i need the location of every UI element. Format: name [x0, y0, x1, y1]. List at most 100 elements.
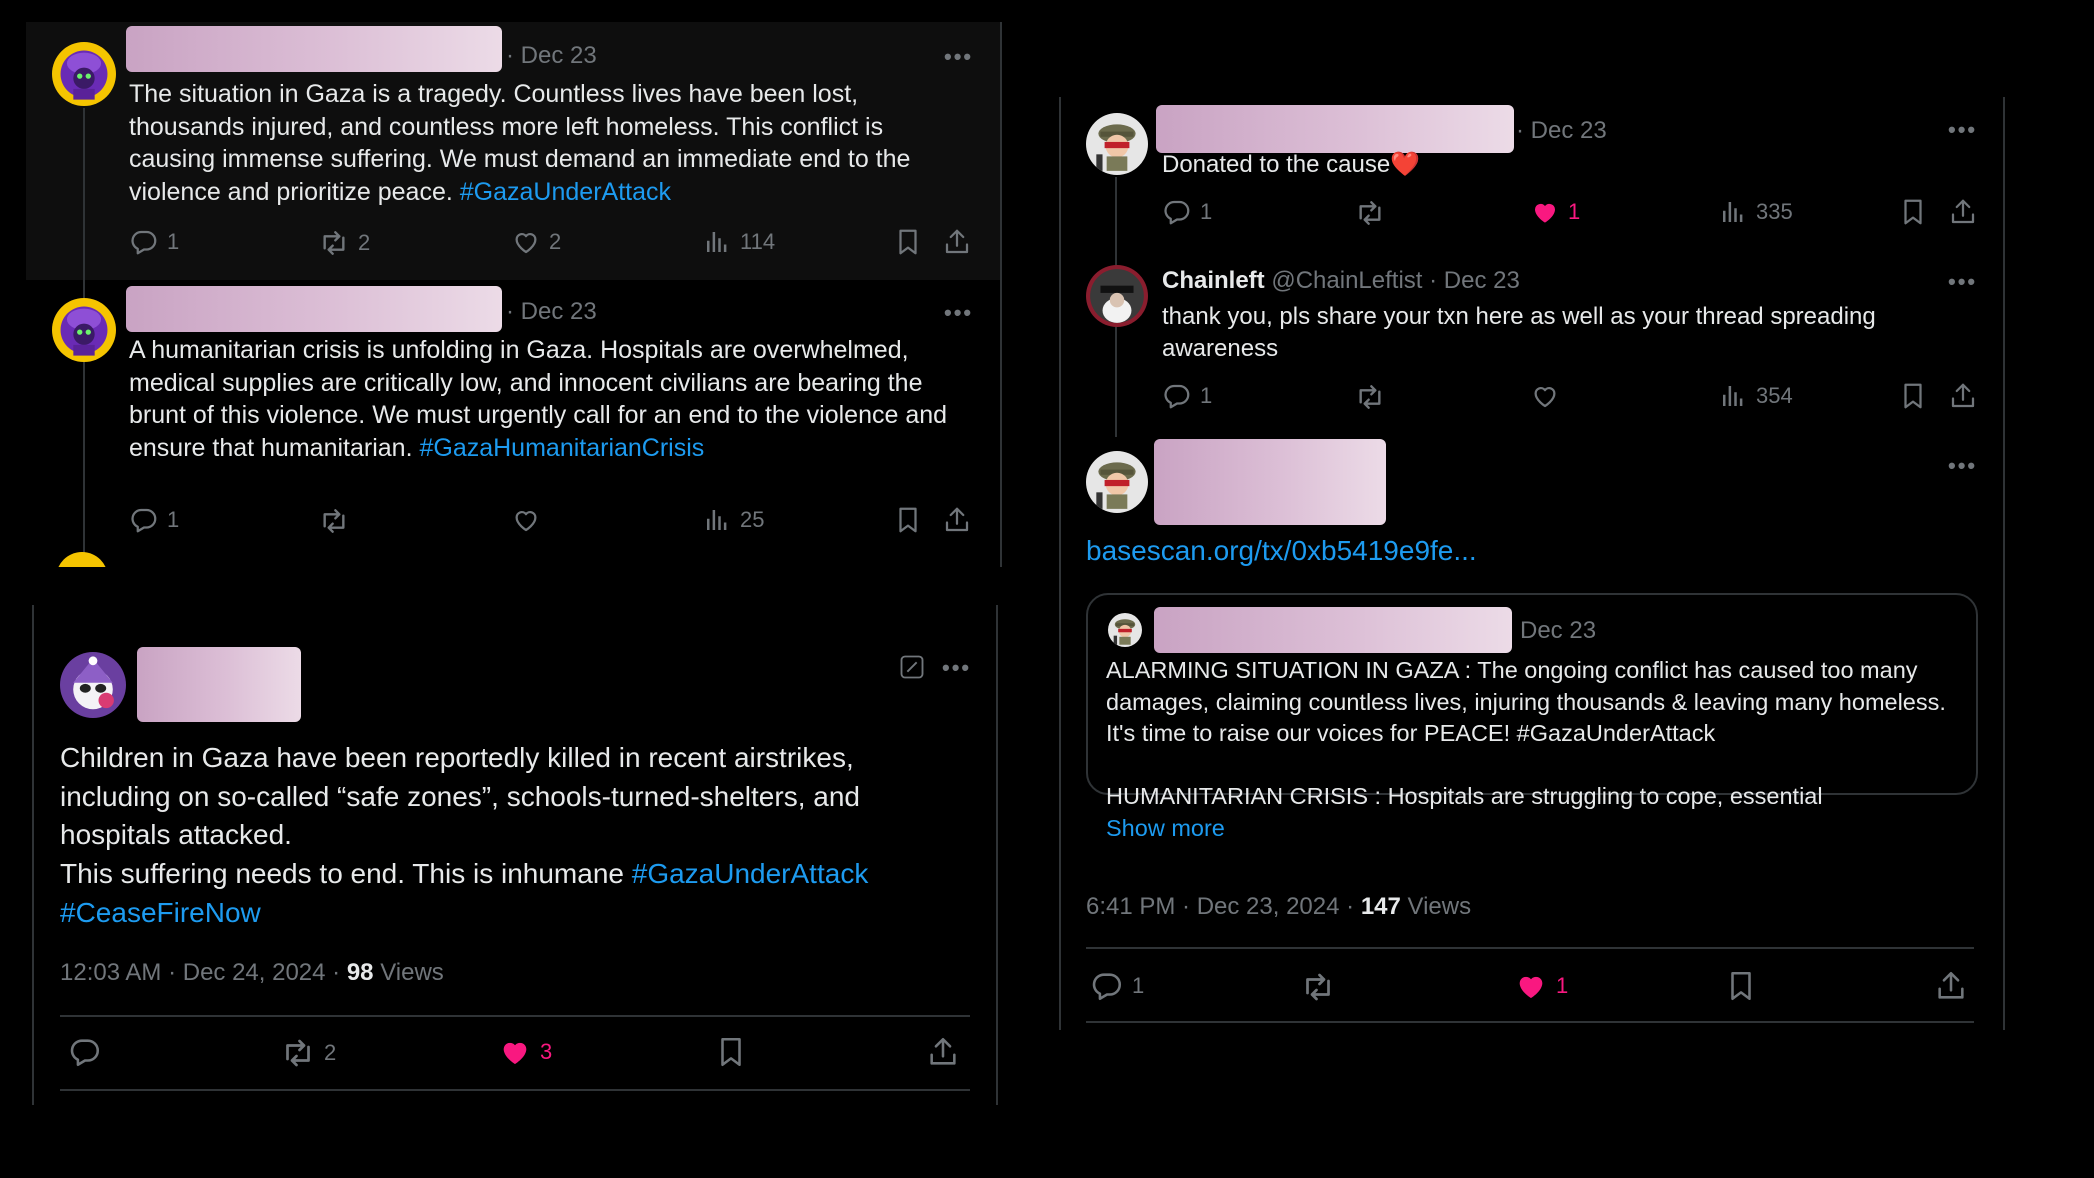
- like-button[interactable]: [511, 505, 541, 535]
- tweet-date[interactable]: · Dec 23: [506, 42, 597, 70]
- heart-icon: [511, 227, 541, 257]
- display-name[interactable]: Chainleft: [1162, 267, 1265, 294]
- reply-button[interactable]: 1: [1090, 969, 1144, 1003]
- avatar[interactable]: [52, 42, 116, 106]
- thread-connector: [1115, 327, 1117, 437]
- tweet-text: Children in Gaza have been reportedly ki…: [60, 742, 869, 928]
- divider: [1086, 1021, 1974, 1023]
- avatar[interactable]: [60, 652, 126, 718]
- retweet-button[interactable]: [1354, 381, 1386, 413]
- views-count: 98: [346, 959, 374, 986]
- avatar[interactable]: [52, 298, 116, 362]
- heart-filled-icon: [498, 1035, 532, 1069]
- right-thread-panel: · Dec 23 ••• Donated to the cause❤️ 1 1 …: [1062, 97, 2004, 1030]
- reply-icon: [68, 1035, 102, 1069]
- reply-button[interactable]: 1: [1162, 381, 1212, 411]
- bookmark-button[interactable]: [1898, 197, 1928, 227]
- share-button[interactable]: [942, 227, 972, 257]
- share-button[interactable]: [1948, 381, 1978, 411]
- share-button[interactable]: [942, 505, 972, 535]
- quote-date: Dec 23: [1520, 617, 1597, 644]
- divider: [60, 1015, 970, 1017]
- bookmark-icon: [1724, 969, 1758, 1003]
- avatar[interactable]: [1086, 113, 1148, 175]
- avatar[interactable]: [1086, 265, 1148, 327]
- divider: [60, 1089, 970, 1091]
- reply-button[interactable]: 1: [129, 227, 179, 257]
- like-button[interactable]: 1: [1530, 197, 1580, 227]
- share-icon: [1948, 381, 1978, 411]
- panel-border: [1059, 97, 1061, 1030]
- more-options-icon[interactable]: •••: [942, 655, 971, 681]
- views-button[interactable]: 335: [1718, 197, 1793, 227]
- share-icon: [926, 1035, 960, 1069]
- bookmark-button[interactable]: [893, 227, 923, 257]
- like-button[interactable]: 1: [1514, 969, 1568, 1003]
- redacted-username: [126, 286, 502, 332]
- share-button[interactable]: [1934, 969, 1968, 1003]
- more-options-icon[interactable]: •••: [944, 44, 973, 70]
- share-button[interactable]: [926, 1035, 960, 1069]
- share-icon: [1934, 969, 1968, 1003]
- quote-text: ALARMING SITUATION IN GAZA : The ongoing…: [1106, 657, 1946, 841]
- tweet-text: Donated to the cause❤️: [1162, 151, 1421, 178]
- hashtag-link[interactable]: #GazaUnderAttack: [632, 858, 869, 889]
- views-button[interactable]: 25: [702, 505, 764, 535]
- redacted-username: [1154, 607, 1512, 653]
- tweet-date[interactable]: · Dec 23: [1516, 117, 1607, 145]
- more-options-icon[interactable]: •••: [1948, 453, 1977, 479]
- redacted-username: [1154, 439, 1386, 525]
- bookmark-button[interactable]: [893, 505, 923, 535]
- avatar: [1108, 613, 1142, 647]
- tweet-text: The situation in Gaza is a tragedy. Coun…: [129, 80, 911, 206]
- more-options-icon[interactable]: •••: [1948, 117, 1977, 143]
- retweet-icon: [1300, 969, 1336, 1005]
- timestamp-text[interactable]: 6:41 PM · Dec 23, 2024 ·: [1086, 893, 1361, 920]
- tweet-text: A humanitarian crisis is unfolding in Ga…: [129, 336, 948, 462]
- more-options-icon[interactable]: •••: [944, 300, 973, 326]
- bookmark-button[interactable]: [1898, 381, 1928, 411]
- divider: [1086, 947, 1974, 949]
- share-button[interactable]: [1948, 197, 1978, 227]
- retweet-button[interactable]: [1354, 197, 1386, 229]
- timestamp-text[interactable]: 12:03 AM · Dec 24, 2024 ·: [60, 959, 347, 986]
- views-label: Views: [1400, 893, 1472, 920]
- tweet-date[interactable]: · Dec 23: [506, 298, 597, 326]
- redacted-username: [126, 26, 502, 72]
- bookmark-button[interactable]: [714, 1035, 748, 1069]
- share-icon: [942, 505, 972, 535]
- retweet-button[interactable]: [1300, 969, 1336, 1005]
- retweet-button[interactable]: [318, 505, 350, 537]
- detail-tweet-panel: ••• Children in Gaza have been reportedl…: [32, 605, 1000, 1105]
- reply-button[interactable]: 1: [129, 505, 179, 535]
- hashtag-link[interactable]: #GazaUnderAttack: [460, 178, 671, 206]
- left-thread-panel: · Dec 23 ••• The situation in Gaza is a …: [26, 22, 1002, 567]
- like-button[interactable]: 2: [511, 227, 561, 257]
- views-icon: [702, 227, 732, 257]
- reply-icon: [129, 227, 159, 257]
- like-button[interactable]: 3: [498, 1035, 552, 1069]
- hashtag-link[interactable]: #GazaHumanitarianCrisis: [419, 434, 704, 462]
- avatar[interactable]: [1086, 451, 1148, 513]
- transaction-link[interactable]: basescan.org/tx/0xb5419e9fe...: [1086, 535, 1477, 567]
- views-button[interactable]: 114: [702, 227, 775, 257]
- reply-icon: [1090, 969, 1124, 1003]
- views-icon: [1718, 197, 1748, 227]
- show-more-link[interactable]: Show more: [1106, 815, 1225, 841]
- like-button[interactable]: [1530, 381, 1560, 411]
- bookmark-button[interactable]: [1724, 969, 1758, 1003]
- bookmark-icon: [893, 227, 923, 257]
- more-options-icon[interactable]: •••: [1948, 269, 1977, 295]
- views-button[interactable]: 354: [1718, 381, 1793, 411]
- reply-button[interactable]: 1: [1162, 197, 1212, 227]
- panel-border: [1000, 22, 1002, 567]
- retweet-button[interactable]: 2: [318, 227, 370, 259]
- retweet-button[interactable]: 2: [280, 1035, 336, 1071]
- reply-button[interactable]: [68, 1035, 102, 1069]
- edit-icon[interactable]: [898, 653, 926, 681]
- bookmark-icon: [1898, 197, 1928, 227]
- hashtag-link[interactable]: #CeaseFireNow: [60, 897, 261, 928]
- share-icon: [942, 227, 972, 257]
- handle-and-date[interactable]: @ChainLeftist · Dec 23: [1271, 267, 1519, 294]
- retweet-icon: [280, 1035, 316, 1071]
